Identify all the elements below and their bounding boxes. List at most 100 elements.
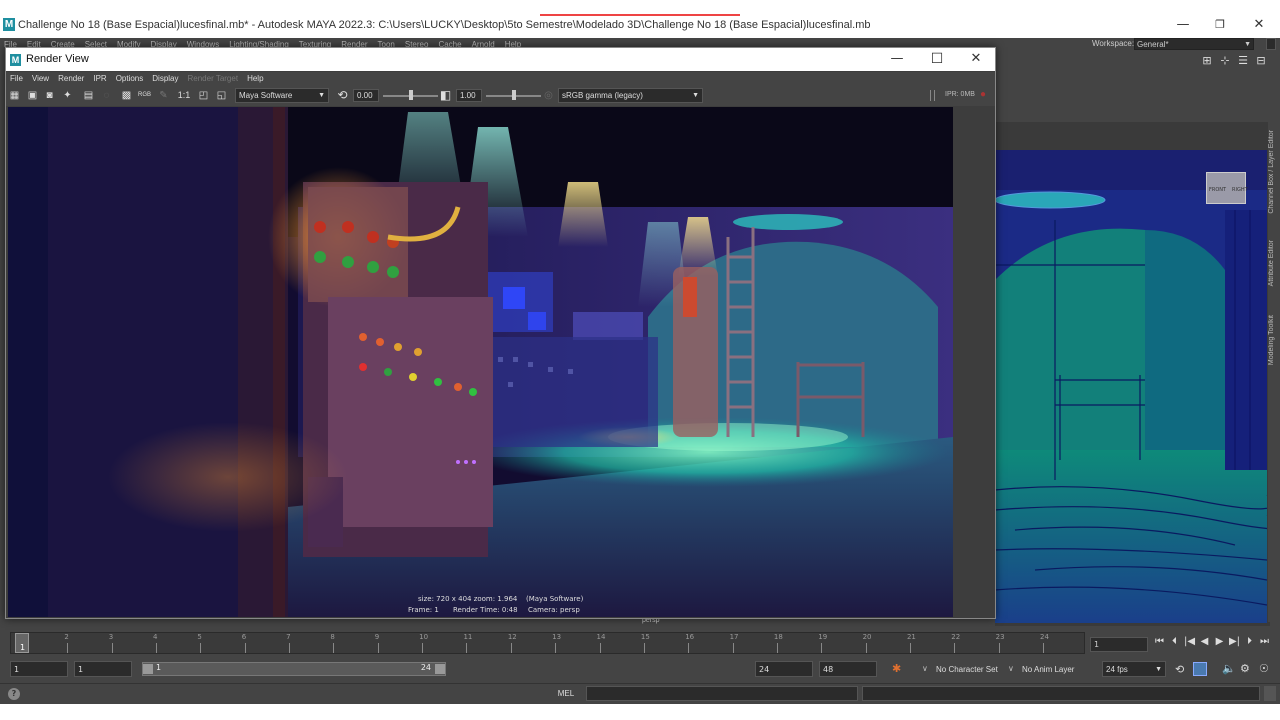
tab-channel-box[interactable]: Channel Box / Layer Editor xyxy=(1268,130,1280,214)
stop-icon[interactable]: ◌ xyxy=(100,89,113,102)
exposure-field[interactable]: 0.00 xyxy=(353,89,379,102)
step-back-key-icon[interactable]: ⏴ xyxy=(1167,636,1182,647)
keep-image-icon[interactable]: ▩ xyxy=(120,89,133,102)
timeline-track[interactable]: 123456789101112131415161718192021222324 xyxy=(10,632,1085,654)
sound-icon[interactable]: 🔈 xyxy=(1222,662,1236,675)
renderer-dropdown[interactable]: Maya Software ▼ xyxy=(235,88,329,103)
range-end-handle[interactable] xyxy=(435,664,445,674)
exposure-reset-icon[interactable]: ⟲ xyxy=(336,89,349,102)
timeline-tick xyxy=(732,643,734,653)
frame-region-icon[interactable]: ◱ xyxy=(215,89,228,102)
playback-start-field[interactable]: 1 xyxy=(74,661,132,677)
viewport-menu-strip xyxy=(995,122,1270,150)
timeline-tick-label: 7 xyxy=(286,633,291,641)
viewcube-front-label: FRONT xyxy=(1209,187,1227,193)
loop-icon[interactable]: ⟲ xyxy=(1175,663,1184,676)
timeline-tick-label: 15 xyxy=(640,633,650,641)
rv-menu-view[interactable]: View xyxy=(32,72,49,86)
render-view-close-button[interactable]: ✕ xyxy=(953,44,999,74)
timeline-tick xyxy=(333,643,335,653)
perspective-viewport[interactable] xyxy=(995,150,1267,623)
rv-menu-render[interactable]: Render xyxy=(58,72,84,86)
go-to-end-icon[interactable]: ⏭ xyxy=(1257,636,1272,647)
exposure-slider-handle[interactable] xyxy=(408,90,413,100)
range-start-handle[interactable] xyxy=(143,664,153,674)
timeline-tick-label: 23 xyxy=(995,633,1005,641)
timeline-tick-label: 5 xyxy=(197,633,202,641)
alpha-icon[interactable]: ✎ xyxy=(157,89,170,102)
panel-layout-icon[interactable]: ⊞ xyxy=(1198,54,1216,67)
ratio-1-1-button[interactable]: 1:1 xyxy=(176,89,192,102)
render-info-camera: Camera: persp xyxy=(528,606,580,614)
character-set-label[interactable]: No Character Set xyxy=(936,665,998,674)
timeline-tick-label: 8 xyxy=(330,633,335,641)
rv-menu-help[interactable]: Help xyxy=(247,72,263,86)
step-forward-key-icon[interactable]: ⏵ xyxy=(1242,636,1257,647)
animation-end-field[interactable]: 48 xyxy=(819,661,877,677)
workspace-dropdown[interactable]: General* ▼ xyxy=(1134,38,1254,50)
workspace-lock-icon[interactable] xyxy=(1266,38,1276,50)
rv-menu-render-target[interactable]: Render Target xyxy=(188,72,239,86)
channel-box-icon[interactable]: ☰ xyxy=(1234,54,1252,67)
help-icon[interactable]: ? xyxy=(8,688,20,700)
animation-start-field[interactable]: 1 xyxy=(10,661,68,677)
play-backward-icon[interactable]: ◀ xyxy=(1197,636,1212,647)
title-progress-indicator xyxy=(540,14,740,16)
gamma-reset-icon[interactable]: ◧ xyxy=(439,89,452,102)
snapshot-icon[interactable]: ◙ xyxy=(43,89,56,102)
render-info-renderer: (Maya Software) xyxy=(526,595,584,603)
frame-image-icon[interactable]: ◰ xyxy=(197,89,210,102)
timeline-tick xyxy=(909,643,911,653)
mel-language-button[interactable]: MEL xyxy=(548,686,584,701)
viewcube-right-label: RIGHT xyxy=(1232,187,1248,193)
step-back-frame-icon[interactable]: |◀ xyxy=(1182,636,1197,647)
character-set-chevron-icon[interactable]: ∨ xyxy=(922,664,928,673)
color-management-icon[interactable]: ◎ xyxy=(542,89,555,102)
anim-layer-chevron-icon[interactable]: ∨ xyxy=(1008,664,1014,673)
timeline-tick xyxy=(599,643,601,653)
script-editor-icon[interactable] xyxy=(1264,686,1276,701)
playback-end-field[interactable]: 24 xyxy=(755,661,813,677)
ipr-stop-icon[interactable]: ● xyxy=(980,89,986,100)
rv-menu-options[interactable]: Options xyxy=(116,72,144,86)
go-to-start-icon[interactable]: ⏮ xyxy=(1152,636,1167,647)
rgb-channels-icon[interactable]: RGB xyxy=(138,89,151,102)
close-button[interactable]: ✕ xyxy=(1236,10,1280,40)
auto-key-icon[interactable]: ✱ xyxy=(892,662,901,675)
command-input[interactable] xyxy=(586,686,858,701)
chevron-down-icon: ▼ xyxy=(692,92,699,99)
ipr-render-icon[interactable]: ✦ xyxy=(61,89,74,102)
render-image[interactable]: size: 720 x 404 zoom: 1.964 (Maya Softwa… xyxy=(8,107,953,617)
tool-settings-icon[interactable]: ⊟ xyxy=(1252,54,1270,67)
render-region-icon[interactable]: ▣ xyxy=(26,89,39,102)
timeline-tick-label: 9 xyxy=(374,633,380,641)
timeline-tick-label: 24 xyxy=(1040,633,1049,641)
view-transform-dropdown[interactable]: sRGB gamma (legacy) ▼ xyxy=(558,88,703,103)
rv-menu-file[interactable]: File xyxy=(10,72,23,86)
tab-attribute-editor[interactable]: Attribute Editor xyxy=(1268,240,1280,286)
current-frame-field[interactable]: 1 xyxy=(1090,637,1148,652)
anim-prefs-icon[interactable]: ⚙ xyxy=(1240,662,1250,675)
timeline-tick-label: 21 xyxy=(906,633,916,641)
rv-menu-ipr[interactable]: IPR xyxy=(93,72,106,86)
cache-playback-icon[interactable] xyxy=(1193,662,1207,676)
step-forward-frame-icon[interactable]: ▶| xyxy=(1227,636,1242,647)
timeline-tick-label: 10 xyxy=(419,633,429,641)
gamma-slider-handle[interactable] xyxy=(511,90,516,100)
range-slider[interactable]: 1 24 xyxy=(142,662,446,676)
fps-dropdown[interactable]: 24 fps ▼ xyxy=(1102,661,1166,677)
outliner-icon[interactable]: ⊹ xyxy=(1216,54,1234,67)
timeline-tick xyxy=(1043,643,1044,653)
range-slider-end-label: 24 xyxy=(420,663,431,672)
redo-render-icon[interactable]: ▦ xyxy=(8,89,21,102)
play-forward-icon[interactable]: ▶ xyxy=(1212,636,1227,647)
tab-modeling-toolkit[interactable]: Modeling Toolkit xyxy=(1268,315,1280,365)
playback-controls: ⏮ ⏴ |◀ ◀ ▶ ▶| ⏵ ⏭ xyxy=(1152,636,1280,652)
gamma-field[interactable]: 1.00 xyxy=(456,89,482,102)
view-cube[interactable]: FRONT RIGHT xyxy=(1206,172,1248,204)
ipr-pause-icon[interactable] xyxy=(930,90,935,101)
rv-menu-display[interactable]: Display xyxy=(152,72,178,86)
preferences-icon[interactable]: ☉ xyxy=(1259,662,1269,675)
anim-layer-label[interactable]: No Anim Layer xyxy=(1022,665,1074,674)
refresh-ipr-icon[interactable]: ▤ xyxy=(82,89,95,102)
